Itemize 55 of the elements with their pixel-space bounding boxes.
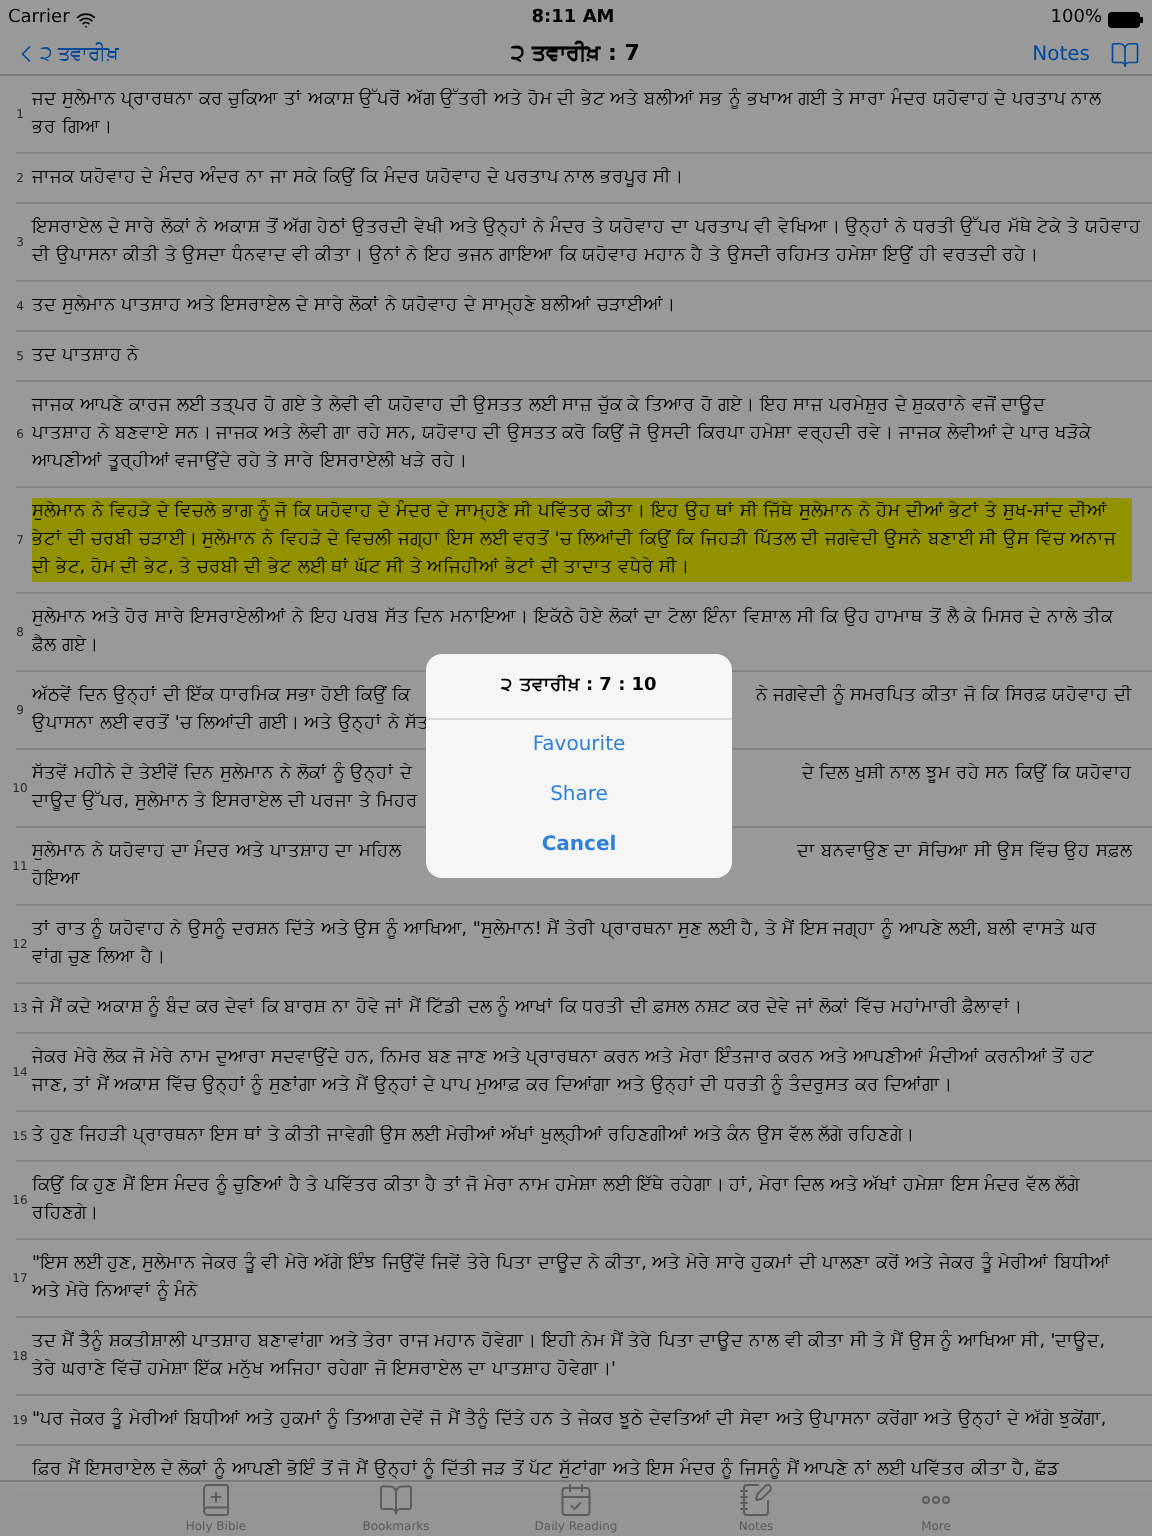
verse-text: ਤਾਂ ਰਾਤ ਨੂੰ ਯਹੋਵਾਹ ਨੇ ਉਸਨੂੰ ਦਰਸ਼ਨ ਦਿੱਤੇ ਅਤੇ ਉਸ ਨੂੰ ਆਖਿਆ, "ਸੁਲੇਮਾਨ! ਮੈਂ ਤੇਰੀ ਪ੍ਰਾਰਥਨਾ ਸੁਣ ਲਈ ਹੈ, ਤੇ ਮੈਂ ਇਸ ਜਗ੍ਹਾ ਨੂੰ ਆਪਣੇ ਲਈ, ਬਲੀ ਵਾਸਤੇ ਘਰ: [32, 916, 1097, 944]
verse-text: ਜਦ ਸੁਲੇਮਾਨ ਪ੍ਰਾਰਥਨਾ ਕਰ ਚੁਕਿਆ ਤਾਂ ਅਕਾਸ਼ ਉੱਪਰੋਂ ਅੱਗ ਉੱਤਰੀ ਅਤੇ ਹੋਮ ਦੀ ਭੇਟ ਅਤੇ ਬਲੀਆਂ ਸਭ ਨੂੰ ਭਖਾਅ ਗਈ ਤੇ ਸਾਰਾ ਮੰਦਰ ਯਹੋਵਾਹ ਦੇ ਪਰਤਾਪ ਨਾਲ: [32, 86, 1102, 114]
verse-text: ਦਾ ਬਨਵਾਉਣ ਦਾ ਸੋਚਿਆ ਸੀ ਉਸ ਵਿੱਚ ਉਹ ਸਫ਼ਲ: [797, 839, 1132, 866]
verse-text: ਤਦ ਪਾਤਸ਼ਾਹ ਨੇ: [32, 343, 140, 370]
dialog-title: ੨ ਤਵਾਰੀਖ਼ : 7 : 10: [501, 674, 657, 700]
book-icon: [198, 1482, 234, 1518]
back-button[interactable]: ੨ ਤਵਾਰੀਖ਼: [12, 39, 119, 69]
verse-text: ਤੇਰੇ ਘਰਾਣੇ ਵਿੱਚੋਂ ਹਮੇਸ਼ਾ ਇੱਕ ਮਨੁੱਖ ਅਜਿਹਾ ਰਹੇਗਾ ਜੋ ਇਸਰਾਏਲ ਦਾ ਪਾਤਸ਼ਾਹ ਹੋਵੇਗਾ।': [32, 1357, 616, 1384]
battery-percent: 100%: [1050, 6, 1102, 33]
verse-text: ਜਾਣ, ਤਾਂ ਮੈਂ ਅਕਾਸ਼ ਵਿੱਚ ਉਨ੍ਹਾਂ ਨੂੰ ਸੁਣਾਂਗਾ ਅਤੇ ਮੈਂ ਉਨ੍ਹਾਂ ਦੇ ਪਾਪ ਮੁਆਫ਼ ਕਰ ਦਿਆਂਗਾ ਅਤੇ ਉਨ੍ਹਾਂ ਦੀ ਧਰਤੀ ਨੂੰ ਤੰਦਰੁਸਤ ਕਰ ਦਿਆਂਗਾ।: [32, 1072, 953, 1100]
open-book-icon: [378, 1482, 414, 1518]
notepad-icon: [738, 1482, 774, 1518]
verse-text: ਨੇ ਜਗਵੇਦੀ ਨੂੰ ਸਮਰਪਿਤ ਕੀਤਾ ਜੋ ਕਿ ਸਿਰਫ਼ ਯਹੋਵਾਹ ਦੀ: [755, 682, 1132, 710]
dialog-action[interactable]: Cancel: [525, 819, 633, 869]
verse-text: ਆਪਣੀਆਂ ਤੂਰ੍ਹੀਆਂ ਵਜਾਉਂਦੇ ਰਹੇ ਤੇ ਸਾਰੇ ਇਸਰਾਏਲੀ ਖੜੇ ਰਹੇ।: [32, 449, 467, 476]
carrier-name: Carrier: [8, 6, 70, 33]
battery-icon: [1108, 12, 1144, 28]
verse-text: ਸੁਲੇਮਾਨ ਨੇ ਯਹੋਵਾਹ ਦਾ ਮੰਦਰ ਅਤੇ ਪਾਤਸ਼ਾਹ ਦਾ ਮਹਿਲ: [32, 838, 401, 866]
book-icon[interactable]: [1110, 39, 1140, 69]
verse-text: ਭਰ ਗਿਆ।: [32, 115, 112, 142]
calendar-icon: [558, 1482, 594, 1518]
verse-text: "ਇਸ ਲਈ ਹੁਣ, ਸੁਲੇਮਾਨ ਜੇਕਰ ਤੂੰ ਵੀ ਮੇਰੇ ਅੱਗੇ ਇੰਝ ਜਿਉਂਵੇਂ ਜਿਵੇਂ ਤੇਰੇ ਪਿਤਾ ਦਾਊਦ ਨੇ ਕੀਤਾ, ਅਤੇ ਮੇਰੇ ਸਾਰੇ ਹੁਕਮਾਂ ਦੀ ਪਾਲਣਾ ਕਰੇਂ ਅਤੇ ਜੇਕਰ ਤੂੰ ਮੇਰੀਆਂ ਬਿਧੀਆਂ: [32, 1250, 1110, 1278]
dialog-action[interactable]: Share: [534, 769, 624, 819]
verse-text: "ਪਰ ਜੇਕਰ ਤੂੰ ਮੇਰੀਆਂ ਬਿਧੀਆਂ ਅਤੇ ਹੁਕਮਾਂ ਨੂੰ ਤਿਆਗ ਦੇਵੇਂ ਜੋ ਮੈਂ ਤੈਨੂੰ ਦਿੱਤੇ ਹਨ ਤੇ ਜੇਕਰ ਝੂਠੇ ਦੇਵਤਿਆਂ ਦੀ ਸੇਵਾ ਅਤੇ ਉਪਾਸਨਾ ਕਰੇਂਗਾ ਅਤੇ ਉਨ੍ਹਾਂ ਦੇ ਅੱਗੇ ਝੁਕੇਂਗਾ,: [32, 1406, 1107, 1434]
verse-text: ਹੋਇਆ: [32, 867, 80, 894]
chapter-title: ੨ ਤਵਾਰੀਖ਼ : 7: [510, 37, 640, 70]
verse-text: ਫ਼ੈਲ ਗਏ।: [32, 632, 98, 660]
verse-text: ਅੱਠਵੇਂ ਦਿਨ ਉਨ੍ਹਾਂ ਦੀ ਇੱਕ ਧਾਰਮਿਕ ਸਭਾ ਹੋਈ ਕਿਉਂ ਕਿ: [32, 683, 411, 710]
verse-text: ਜਾਜਕ ਯਹੋਵਾਹ ਦੇ ਮੰਦਰ ਅੰਦਰ ਨਾ ਜਾ ਸਕੇ ਕਿਉਂ ਕਿ ਮੰਦਰ ਯਹੋਵਾਹ ਦੇ ਪਰਤਾਪ ਨਾਲ ਭਰਪੂਰ ਸੀ।: [32, 164, 684, 192]
verse-text: ਤਦ ਮੈਂ ਤੈਨੂੰ ਸ਼ਕਤੀਸ਼ਾਲੀ ਪਾਤਸ਼ਾਹ ਬਣਾਵਾਂਗਾ ਅਤੇ ਤੇਰਾ ਰਾਜ ਮਹਾਨ ਹੋਵੇਗਾ। ਇਹੀ ਨੇਮ ਮੈਂ ਤੇਰੇ ਪਿਤਾ ਦਾਊਦ ਨਾਲ ਵੀ ਕੀਤਾ ਸੀ ਤੇ ਮੈਂ ਉਸ ਨੂੰ ਆਖਿਆ ਸੀ, 'ਦਾਊਦ,: [32, 1328, 1106, 1356]
verse-text: ਕਿਉਂ ਕਿ ਹੁਣ ਮੈਂ ਇਸ ਮੰਦਰ ਨੂੰ ਚੁਣਿਆਂ ਹੈ ਤੇ ਪਵਿੱਤਰ ਕੀਤਾ ਹੈ ਤਾਂ ਜੋ ਮੇਰਾ ਨਾਮ ਹਮੇਸ਼ਾ ਲਈ ਇੱਥੇ ਰਹੇਗਾ। ਹਾਂ, ਮੇਰਾ ਦਿਲ ਅਤੇ ਅੱਖਾਂ ਹਮੇਸ਼ਾ ਇਸ ਮੰਦਰ ਵੱਲ ਲੱਗੇ: [32, 1172, 1080, 1200]
verse-text: ਫ਼ਿਰ ਮੈਂ ਇਸਰਾਏਲ ਦੇ ਲੋਕਾਂ ਨੂੰ ਆਪਣੀ ਭੋਇੰ ਤੋਂ ਜੋ ਮੈਂ ਉਨ੍ਹਾਂ ਨੂੰ ਦਿੱਤੀ ਜੜ ਤੋਂ ਪੱਟ ਸੁੱਟਾਂਗਾ ਅਤੇ ਇਸ ਮੰਦਰ ਨੂੰ ਜਿਸਨੂੰ ਮੈਂ ਆਪਣੇ ਨਾਂ ਲਈ ਪਵਿੱਤਰ ਕੀਤਾ ਹੈ, ਛੱਡ: [32, 1456, 1060, 1484]
verse-text: ਇਸਰਾਏਲ ਦੇ ਸਾਰੇ ਲੋਕਾਂ ਨੇ ਅਕਾਸ਼ ਤੋਂ ਅੱਗ ਹੇਠਾਂ ਉਤਰਦੀ ਵੇਖੀ ਅਤੇ ਉਨ੍ਹਾਂ ਨੇ ਮੰਦਰ ਤੇ ਯਹੋਵਾਹ ਦਾ ਪਰਤਾਪ ਵੀ ਵੇਖਿਆ। ਉਨ੍ਹਾਂ ਨੇ ਧਰਤੀ ਉੱਪਰ ਮੱਥੇ ਟੇਕੇ ਤੇ ਯਹੋਵਾਹ: [32, 214, 1141, 242]
verse-text: ਸੁਲੇਮਾਨ ਨੇ ਵਿਹੜੇ ਦੇ ਵਿਚਲੇ ਭਾਗ ਨੂੰ ਜੋ ਕਿ ਯਹੋਵਾਹ ਦੇ ਮੰਦਰ ਦੇ ਸਾਮ੍ਹਣੇ ਸੀ ਪਵਿੱਤਰ ਕੀਤਾ। ਇਹ ਉਹ ਥਾਂ ਸੀ ਜਿੱਥੇ ਸੁਲੇਮਾਨ ਨੇ ਹੋਮ ਦੀਆਂ ਭੇਟਾਂ ਤੇ ਸੁਖ-ਸਾਂਦ ਦੀਆਂ: [32, 498, 1107, 526]
notes-button[interactable]: Notes: [1032, 39, 1090, 69]
dialog-action[interactable]: Favourite: [516, 719, 642, 769]
verse-text: ਤਦ ਸੁਲੇਮਾਨ ਪਾਤਸ਼ਾਹ ਅਤੇ ਇਸਰਾਏਲ ਦੇ ਸਾਰੇ ਲੋਕਾਂ ਨੇ ਯਹੋਵਾਹ ਦੇ ਸਾਮ੍ਹਣੇ ਬਲੀਆਂ ਚੜਾਈਆਂ।: [32, 293, 675, 320]
verse-text: ਦਾਊਦ ਉੱਪਰ, ਸੁਲੇਮਾਨ ਤੇ ਇਸਰਾਏਲ ਦੀ ਪਰਜਾ ਤੇ ਮਿਹਰ: [32, 788, 419, 816]
verse-text: ਤੇ ਹੁਣ ਜਿਹੜੀ ਪ੍ਰਾਰਥਨਾ ਇਸ ਥਾਂ ਤੇ ਕੀਤੀ ਜਾਵੇਗੀ ਉਸ ਲਈ ਮੇਰੀਆਂ ਅੱਖਾਂ ਖੁਲ੍ਹੀਆਂ ਰਹਿਣਗੀਆਂ ਅਤੇ ਕੰਨ ਉਸ ਵੱਲ ਲੱਗੇ ਰਹਿਣਗੇ।: [32, 1122, 914, 1150]
verse-text: ਰਹਿਣਗੇ।: [32, 1201, 98, 1228]
verse-text: ਸੁਲੇਮਾਨ ਅਤੇ ਹੋਰ ਸਾਰੇ ਇਸਰਾਏਲੀਆਂ ਨੇ ਇਹ ਪਰਬ ਸੱਤ ਦਿਨ ਮਨਾਇਆ। ਇਕੱਠੇ ਹੋਏ ਲੋਕਾਂ ਦਾ ਟੋਲਾ ਇੰਨਾ ਵਿਸ਼ਾਲ ਸੀ ਕਿ ਉਹ ਹਾਮਾਥ ਤੋਂ ਲੈ ਕੇ ਮਿਸਰ ਦੇ ਨਾਲੇ ਤੀਕ: [32, 604, 1113, 632]
clock: 8:11 AM: [531, 6, 615, 33]
wifi-icon: [75, 10, 96, 30]
verse-text: ਸੱਤਵੇਂ ਮਹੀਨੇ ਦੇ ਤੇਈਵੇਂ ਦਿਨ ਸੁਲੇਮਾਨ ਨੇ ਲੋਕਾਂ ਨੂੰ ਉਨ੍ਹਾਂ ਦੇ: [32, 760, 412, 788]
verse-text: ਅਤੇ ਮੇਰੇ ਨਿਆਵਾਂ ਨੂੰ ਮੰਨੇ: [32, 1278, 199, 1306]
verse-text: ਦੀ ਉਪਾਸਨਾ ਕੀਤੀ ਤੇ ਉਸਦਾ ਧੰਨਵਾਦ ਵੀ ਕੀਤਾ। ਉਨਾਂ ਨੇ ਇਹ ਭਜਨ ਗਾਇਆ ਕਿ ਯਹੋਵਾਹ ਮਹਾਨ ਹੈ ਤੇ ਉਸਦੀ ਰਹਿਮਤ ਹਮੇਸ਼ਾ ਇਉਂ ਹੀ ਵਰਤਦੀ ਰਹੇ।: [32, 242, 1039, 270]
verse-text: ਪਾਤਸ਼ਾਹ ਨੇ ਬਣਵਾਏ ਸਨ। ਜਾਜਕ ਅਤੇ ਲੇਵੀ ਗਾ ਰਹੇ ਸਨ, ਯਹੋਵਾਹ ਦੀ ਉਸਤਤ ਕਰੋ ਕਿਉਂ ਜੋ ਉਸਦੀ ਕਿਰਪਾ ਹਮੇਸ਼ਾ ਵਰ੍ਹਦੀ ਰਵੇ। ਜਾਜਕ ਲੇਵੀਆਂ ਦੇ ਪਾਰ ਖੜੋਕੇ: [32, 421, 1092, 448]
verse-text: ਦੀ ਭੇਟ, ਹੋਮ ਦੀ ਭੇਟ, ਤੇ ਚਰਬੀ ਦੀ ਭੇਟ ਲਈ ਥਾਂ ਘੱਟ ਸੀ ਤੇ ਅਜਿਹੀਆਂ ਭੇਟਾਂ ਦੀ ਤਾਦਾਤ ਵਧੇਰੇ ਸੀ।: [32, 555, 690, 582]
verse-text: ਜੇ ਮੈਂ ਕਦੇ ਅਕਾਸ਼ ਨੂੰ ਬੰਦ ਕਰ ਦੇਵਾਂ ਕਿ ਬਾਰਸ਼ ਨਾ ਹੋਵੇ ਜਾਂ ਮੈਂ ਟਿੱਡੀ ਦਲ ਨੂੰ ਆਖਾਂ ਕਿ ਧਰਤੀ ਦੀ ਫ਼ਸਲ ਨਸ਼ਟ ਕਰ ਦੇਵੇ ਜਾਂ ਲੋਕਾਂ ਵਿੱਚ ਮਹਾਂਮਾਰੀ ਫ਼ੈਲਾਵਾਂ।: [32, 994, 1023, 1022]
more-icon: [922, 1496, 950, 1504]
verse-text: ਜੇਕਰ ਮੇਰੇ ਲੋਕ ਜੋ ਮੇਰੇ ਨਾਮ ਦੁਆਰਾ ਸਦਵਾਉਂਦੇ ਹਨ, ਨਿਮਰ ਬਣ ਜਾਣ ਅਤੇ ਪ੍ਰਾਰਥਨਾ ਕਰਨ ਅਤੇ ਮੇਰਾ ਇੰਤਜਾਰ ਕਰਨ ਅਤੇ ਆਪਣੀਆਂ ਮੰਦੀਆਂ ਕਰਨੀਆਂ ਤੋਂ ਹਟ: [32, 1044, 1094, 1072]
verse-text: ਦੇ ਦਿਲ ਖੁਸ਼ੀ ਨਾਲ ਝੂਮ ਰਹੇ ਸਨ ਕਿਉਂ ਕਿ ਯਹੋਵਾਹ: [801, 761, 1132, 788]
verse-text: ਜਾਜਕ ਆਪਣੇ ਕਾਰਜ ਲਈ ਤਤ੍ਪਰ ਹੋ ਗਏ ਤੇ ਲੇਵੀ ਵੀ ਯਹੋਵਾਹ ਦੀ ਉਸਤਤ ਲਈ ਸਾਜ਼ ਚੁੱਕ ਕੇ ਤਿਆਰ ਹੋ ਗਏ। ਇਹ ਸਾਜ਼ ਪਰਮੇਸ਼ੁਰ ਦੇ ਸ਼ੁਕਰਾਨੇ ਵਜੋਂ ਦਾਊਦ: [32, 393, 1046, 420]
verse-text: ਭੇਟਾਂ ਦੀ ਚਰਬੀ ਚੜਾਈ। ਸੁਲੇਮਾਨ ਨੇ ਵਿਹੜੇ ਦੇ ਵਿਚਲੀ ਜਗ੍ਹਾ ਇਸ ਲਈ ਵਰਤੋਂ 'ਚ ਲਿਆਂਦੀ ਕਿਉਂ ਕਿ ਜਿਹੜੀ ਪਿੱਤਲ ਦੀ ਜਗਵੇਦੀ ਉਸਨੇ ਬਣਾਈ ਸੀ ਉਸ ਵਿੱਚ ਅਨਾਜ: [32, 527, 1117, 554]
verse-text: ਵਾਂਗ ਚੁਣ ਲਿਆ ਹੈ।: [32, 944, 165, 972]
